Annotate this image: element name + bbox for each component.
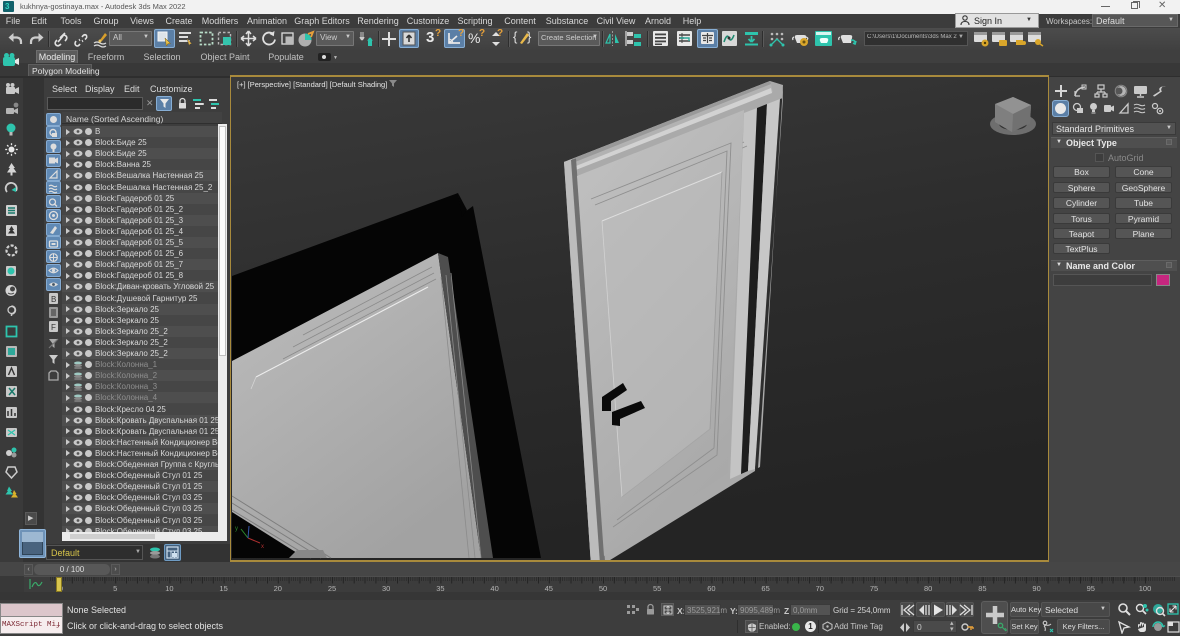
svg-text:x: x bbox=[261, 544, 264, 550]
svg-text:[+] [Perspective] [Standard] [: [+] [Perspective] [Standard] [Default Sh… bbox=[237, 80, 387, 89]
svg-text:B: B bbox=[51, 295, 56, 304]
svg-text:y: y bbox=[235, 526, 238, 532]
svg-text:F: F bbox=[51, 323, 56, 332]
